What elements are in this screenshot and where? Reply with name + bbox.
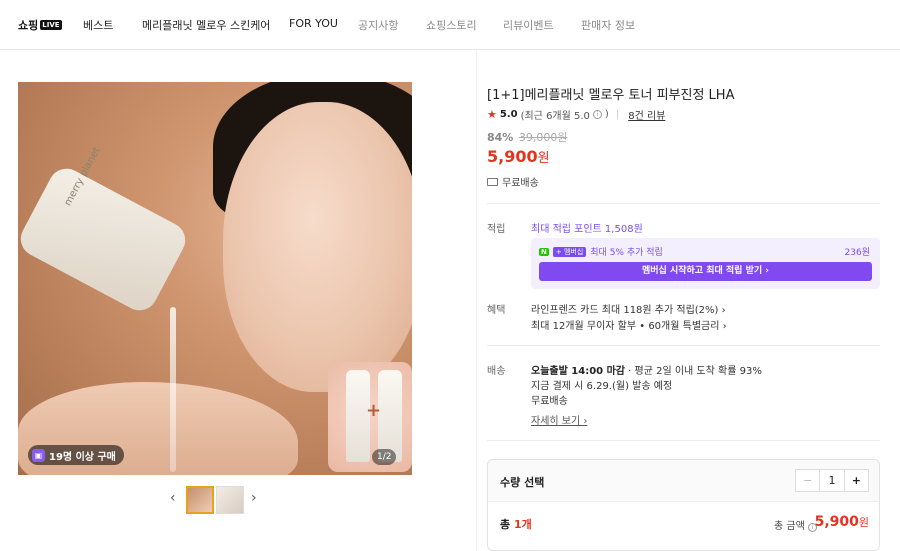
quantity-plus-button[interactable]: +: [843, 470, 868, 491]
total-amount-label: 총 금액 i: [774, 517, 817, 532]
column-divider: [476, 50, 477, 551]
delivery-cutoff: 오늘출발 14:00 마감: [531, 366, 625, 377]
buyers-badge: ▣ 19명 이상 구매: [28, 445, 124, 465]
total-price-unit: 원: [858, 516, 869, 529]
shopping-bag-icon: ▣: [32, 448, 45, 462]
inset-plus-icon: +: [366, 400, 382, 421]
review-count-link[interactable]: 8건 리뷰: [628, 107, 665, 122]
star-icon: ★: [487, 108, 497, 121]
membership-box: N + 멤버십 최대 5% 추가 적립 236원 멤버십 시작하고 최대 적립 …: [531, 238, 880, 289]
quantity-minus-button[interactable]: −: [796, 470, 821, 491]
divider: [487, 203, 880, 204]
bottle-label: merry planet: [62, 145, 103, 208]
info-icon[interactable]: i: [592, 110, 602, 119]
divider: [487, 345, 880, 346]
toner-stream: [170, 307, 176, 472]
membership-badge: + 멤버십: [552, 246, 587, 257]
rating-detail: (최근 6개월 5.0: [520, 111, 590, 122]
nav-item-review-event[interactable]: 리뷰이벤트: [503, 17, 554, 33]
sale-price-unit: 원: [537, 151, 550, 166]
truck-icon: [487, 177, 498, 186]
quantity-value[interactable]: 1: [820, 470, 843, 491]
product-main-image[interactable]: merry planet +: [18, 82, 412, 475]
installment-benefit-link[interactable]: 최대 12개월 무이자 할부 • 60개월 특별금리 ›: [531, 317, 727, 332]
live-badge: LIVE: [40, 20, 62, 30]
nav-item-seller-info[interactable]: 판매자 정보: [581, 17, 635, 33]
quantity-stepper: − 1 +: [795, 469, 869, 492]
toner-bottle: merry planet: [18, 146, 192, 317]
benefits-label: 혜택: [487, 305, 506, 316]
membership-start-button[interactable]: 멤버십 시작하고 최대 적립 받기 ›: [539, 262, 872, 281]
discount-percent: 84%: [487, 131, 514, 144]
total-count-value: 1개: [513, 518, 532, 531]
total-row: 총 1개 총 금액 i 5,900원: [488, 501, 879, 550]
delivery-line-3: 무료배송: [531, 396, 568, 407]
delivery-label: 배송: [487, 366, 506, 377]
membership-rate: 최대 5% 추가 적립: [590, 248, 663, 258]
card-benefit-link[interactable]: 라인프렌즈 카드 최대 118원 추가 적립(2%) ›: [531, 301, 726, 316]
thumbnail-1[interactable]: [186, 486, 214, 514]
delivery-probability: · 평균 2일 이내 도착 확률 93%: [625, 366, 762, 377]
set-inset-image: +: [328, 362, 412, 472]
shopping-live-logo[interactable]: 쇼핑 LIVE: [18, 17, 62, 33]
model-face: [223, 102, 412, 392]
thumbnail-next-arrow[interactable]: ›: [251, 490, 257, 506]
logo-text: 쇼핑: [18, 19, 39, 32]
max-point-link[interactable]: 최대 적립 포인트 1,508원: [531, 220, 643, 235]
total-price-value: 5,900: [814, 514, 859, 530]
nav-item-shopping-story[interactable]: 쇼핑스토리: [426, 17, 477, 33]
top-nav: 쇼핑 LIVE 베스트 메리플래닛 멜로우 스킨케어 FOR YOU 공지사항 …: [0, 0, 900, 50]
rating-close: ): [604, 109, 609, 120]
image-page-indicator: 1/2: [372, 449, 397, 465]
rating-row: ★ 5.0 (최근 6개월 5.0 i) | 8건 리뷰: [487, 107, 665, 122]
thumbnail-2[interactable]: [216, 486, 244, 514]
rating-separator: |: [615, 109, 620, 120]
delivery-line-1: 오늘출발 14:00 마감 · 평균 2일 이내 도착 확률 93%: [531, 362, 762, 377]
total-count: 총 1개: [500, 516, 532, 532]
order-box: 수량 선택 − 1 + 총 1개 총 금액 i 5,900원: [487, 459, 880, 551]
shipping-row: 무료배송: [487, 174, 539, 189]
nav-item-best[interactable]: 베스트: [83, 17, 113, 33]
discount-row: 84% 39,000원: [487, 129, 567, 145]
total-count-prefix: 총: [500, 518, 514, 531]
original-price: 39,000원: [518, 131, 568, 144]
quantity-label: 수량 선택: [500, 476, 545, 489]
points-label: 적립: [487, 224, 506, 235]
nav-item-for-you[interactable]: FOR YOU: [289, 17, 338, 30]
total-amount-label-text: 총 금액: [774, 521, 805, 532]
membership-amount: 236원: [844, 248, 870, 258]
product-title: [1+1]메리플래닛 멜로우 토너 피부진정 LHA: [487, 88, 735, 103]
delivery-detail-link[interactable]: 자세히 보기 ›: [531, 412, 587, 427]
rating-score: 5.0: [499, 109, 518, 120]
nav-item-mellow-skincare[interactable]: 메리플래닛 멜로우 스킨케어: [142, 17, 270, 33]
shipping-text: 무료배송: [502, 178, 539, 189]
nav-item-notice[interactable]: 공지사항: [358, 17, 398, 33]
npay-badge: N: [539, 247, 549, 256]
thumbnail-prev-arrow[interactable]: ‹: [170, 490, 176, 506]
sale-price-value: 5,900: [487, 147, 538, 166]
delivery-line-2: 지금 결제 시 6.29.(월) 발송 예정: [531, 381, 673, 392]
membership-row: N + 멤버십 최대 5% 추가 적립: [539, 245, 663, 258]
sale-price: 5,900원: [487, 147, 550, 166]
buyers-badge-text: 19명 이상 구매: [49, 451, 116, 463]
total-price: 5,900원: [815, 514, 869, 530]
divider: [487, 440, 880, 441]
